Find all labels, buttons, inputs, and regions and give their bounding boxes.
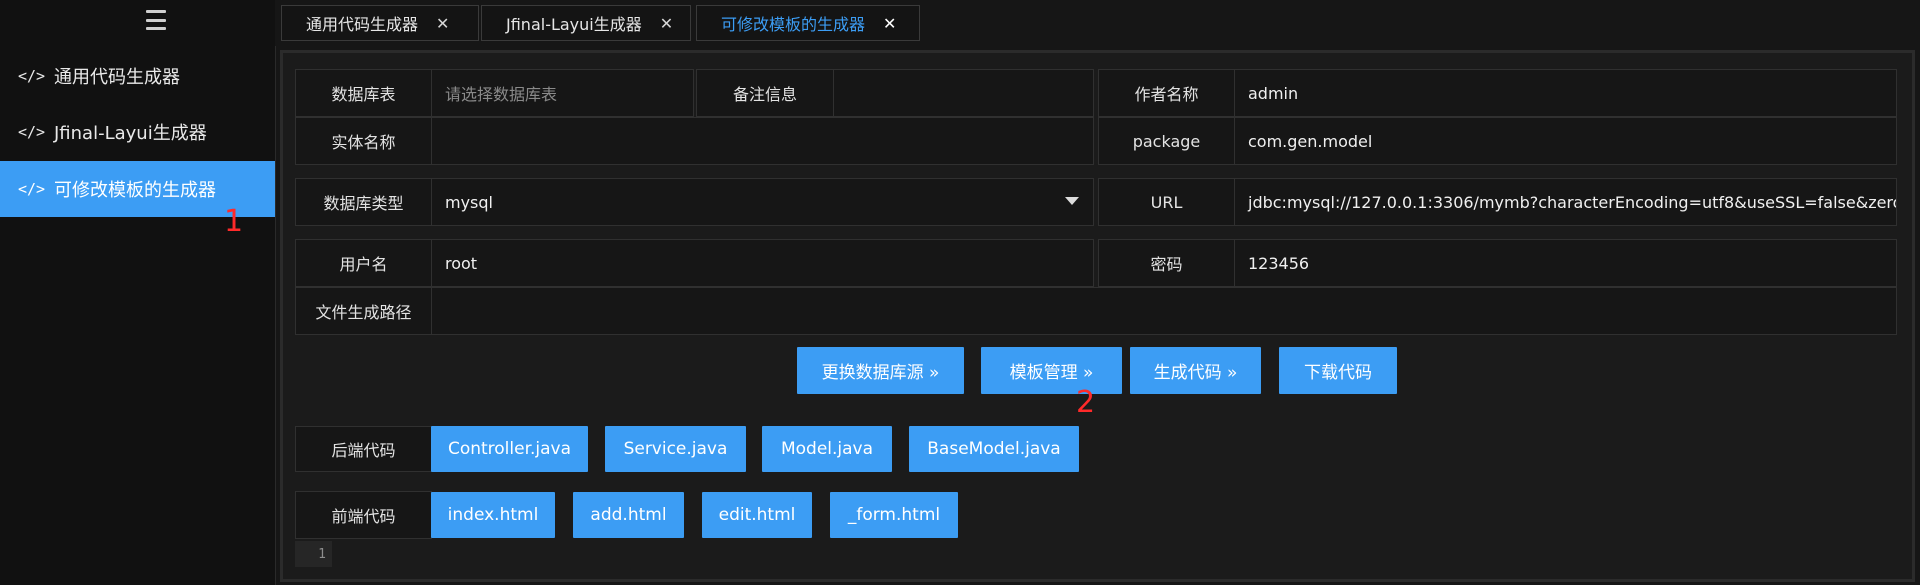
db-type-select[interactable]: mysql bbox=[431, 178, 1094, 226]
service-java-button[interactable]: Service.java bbox=[605, 426, 746, 472]
sidebar-item-label: Jfinal-Layui生成器 bbox=[54, 123, 207, 144]
password-label: 密码 bbox=[1098, 239, 1235, 287]
backend-code-label: 后端代码 bbox=[295, 426, 432, 472]
db-type-value: mysql bbox=[445, 192, 493, 212]
output-path-input[interactable] bbox=[431, 287, 1897, 335]
db-table-select[interactable]: 请选择数据库表 bbox=[431, 69, 694, 117]
app-window: </> 通用代码生成器 </> Jfinal-Layui生成器 </> 可修改模… bbox=[0, 0, 1920, 585]
sidebar-item-jfinal-layui-generator[interactable]: </> Jfinal-Layui生成器 bbox=[0, 104, 275, 160]
annotation-marker-2: 2 bbox=[1076, 385, 1096, 420]
tab-generic-generator[interactable]: 通用代码生成器 ✕ bbox=[281, 5, 479, 41]
url-label: URL bbox=[1098, 178, 1235, 226]
index-html-button[interactable]: index.html bbox=[431, 492, 555, 538]
code-icon: </> bbox=[18, 123, 46, 141]
tab-template-generator[interactable]: 可修改模板的生成器 ✕ bbox=[696, 5, 920, 41]
template-manage-button[interactable]: 模板管理 » bbox=[981, 347, 1122, 394]
db-table-label: 数据库表 bbox=[295, 69, 432, 117]
author-input[interactable]: admin bbox=[1234, 69, 1897, 117]
url-input[interactable]: jdbc:mysql://127.0.0.1:3306/mymb?charact… bbox=[1234, 178, 1897, 226]
code-editor-gutter[interactable]: 1 bbox=[295, 541, 332, 567]
form-html-button[interactable]: _form.html bbox=[830, 492, 958, 538]
chevron-down-icon[interactable] bbox=[1065, 197, 1079, 205]
edit-html-button[interactable]: edit.html bbox=[702, 492, 812, 538]
username-label: 用户名 bbox=[295, 239, 432, 287]
model-java-button[interactable]: Model.java bbox=[762, 426, 892, 472]
code-icon: </> bbox=[18, 180, 46, 198]
sidebar: </> 通用代码生成器 </> Jfinal-Layui生成器 </> 可修改模… bbox=[0, 0, 276, 585]
package-label: package bbox=[1098, 117, 1235, 165]
download-code-button[interactable]: 下载代码 bbox=[1279, 347, 1397, 394]
entity-label: 实体名称 bbox=[295, 117, 432, 165]
tab-label: Jfinal-Layui生成器 bbox=[506, 15, 642, 34]
sidebar-item-generic-generator[interactable]: </> 通用代码生成器 bbox=[0, 48, 275, 104]
db-type-label: 数据库类型 bbox=[295, 178, 432, 226]
password-input[interactable]: 123456 bbox=[1234, 239, 1897, 287]
line-number: 1 bbox=[318, 546, 326, 562]
entity-input[interactable] bbox=[431, 117, 1094, 165]
output-path-label: 文件生成路径 bbox=[295, 287, 432, 335]
tab-label: 可修改模板的生成器 bbox=[721, 15, 866, 34]
remark-label: 备注信息 bbox=[696, 69, 834, 117]
tab-label: 通用代码生成器 bbox=[306, 15, 419, 34]
basemodel-java-button[interactable]: BaseModel.java bbox=[909, 426, 1079, 472]
controller-java-button[interactable]: Controller.java bbox=[431, 426, 588, 472]
hamburger-menu-icon[interactable] bbox=[146, 10, 166, 30]
annotation-marker-1: 1 bbox=[224, 204, 244, 239]
close-icon[interactable]: ✕ bbox=[883, 14, 896, 33]
package-input[interactable]: com.gen.model bbox=[1234, 117, 1897, 165]
frontend-code-label: 前端代码 bbox=[295, 491, 432, 539]
close-icon[interactable]: ✕ bbox=[436, 14, 449, 33]
username-input[interactable]: root bbox=[431, 239, 1094, 287]
remark-input[interactable] bbox=[833, 69, 1094, 117]
tab-bar: 通用代码生成器 ✕ Jfinal-Layui生成器 ✕ 可修改模板的生成器 ✕ bbox=[275, 0, 1920, 46]
generate-code-button[interactable]: 生成代码 » bbox=[1130, 347, 1261, 394]
author-label: 作者名称 bbox=[1098, 69, 1235, 117]
code-icon: </> bbox=[18, 67, 46, 85]
sidebar-item-label: 通用代码生成器 bbox=[54, 67, 180, 88]
tab-jfinal-layui-generator[interactable]: Jfinal-Layui生成器 ✕ bbox=[481, 5, 691, 41]
change-datasource-button[interactable]: 更换数据库源 » bbox=[797, 347, 964, 394]
sidebar-item-label: 可修改模板的生成器 bbox=[54, 180, 216, 201]
add-html-button[interactable]: add.html bbox=[573, 492, 684, 538]
close-icon[interactable]: ✕ bbox=[660, 14, 673, 33]
